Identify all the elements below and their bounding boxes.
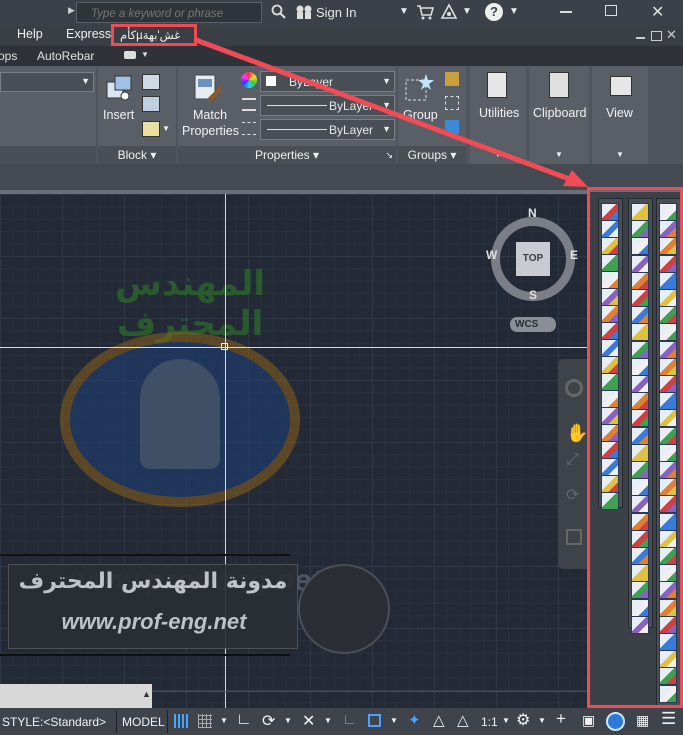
status-bar: STYLE:<Standard> MODEL ▼ ∟ ⟳ ▼ ✕ ▼ ∟ ▼ ✦… bbox=[0, 708, 683, 735]
chevron-down-icon[interactable]: ▼ bbox=[220, 716, 228, 725]
infer-constraints-icon[interactable]: ∟ bbox=[236, 711, 252, 729]
units-icon[interactable]: ▣ bbox=[582, 712, 595, 729]
chevron-down-icon[interactable]: ▼ bbox=[502, 716, 510, 725]
snap-mode-icon[interactable] bbox=[198, 714, 212, 728]
status-divider bbox=[167, 710, 168, 733]
hardware-acceleration-icon[interactable]: ▦ bbox=[636, 712, 649, 729]
chevron-down-icon[interactable]: ▼ bbox=[538, 716, 546, 725]
annotation-scale-icon[interactable]: △ bbox=[457, 711, 469, 729]
annotation-visibility-icon[interactable]: ✦ bbox=[408, 711, 421, 729]
chevron-down-icon[interactable]: ▼ bbox=[390, 716, 398, 725]
polar-tracking-icon[interactable]: ⟳ bbox=[262, 711, 275, 731]
annotation-autoscale-icon[interactable]: △ bbox=[433, 711, 445, 729]
isolate-objects-icon[interactable] bbox=[606, 712, 625, 731]
model-button[interactable]: MODEL bbox=[122, 715, 165, 729]
object-snap-icon[interactable] bbox=[368, 714, 381, 727]
highlight-arrow bbox=[195, 37, 588, 187]
workspace-gear-icon[interactable]: ⚙ bbox=[516, 710, 530, 730]
object-snap-tracking-icon[interactable]: ∟ bbox=[342, 711, 357, 728]
annotation-monitor-icon[interactable]: + bbox=[556, 709, 566, 729]
isodraft-icon[interactable]: ✕ bbox=[302, 711, 315, 731]
style-status[interactable]: STYLE:<Standard> bbox=[2, 715, 106, 729]
grid-display-icon[interactable] bbox=[174, 714, 188, 728]
chevron-down-icon[interactable]: ▼ bbox=[284, 716, 292, 725]
status-divider bbox=[116, 710, 117, 733]
chevron-down-icon[interactable]: ▼ bbox=[324, 716, 332, 725]
scale-button[interactable]: 1:1 bbox=[481, 715, 498, 729]
customization-menu-icon[interactable]: ☰ bbox=[661, 709, 676, 729]
